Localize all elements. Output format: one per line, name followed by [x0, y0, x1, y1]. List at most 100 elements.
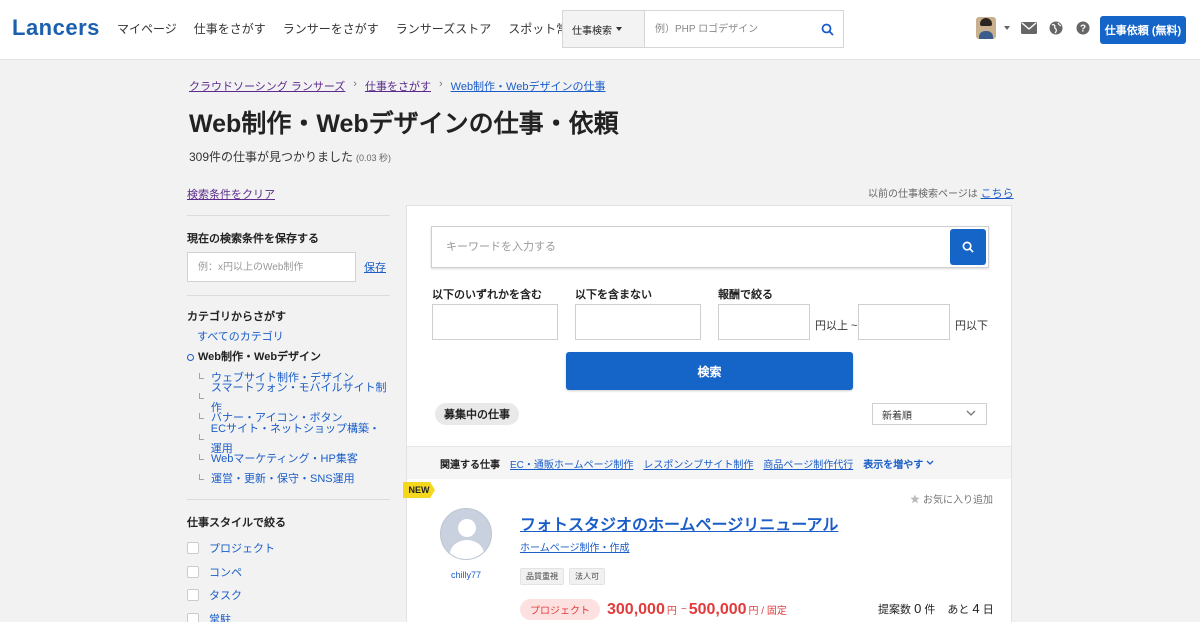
save-search-row: 保存: [187, 252, 390, 282]
clear-filters-link[interactable]: 検索条件をクリア: [187, 189, 275, 201]
search-icon[interactable]: [811, 11, 843, 47]
reward-max-input[interactable]: [858, 304, 950, 340]
breadcrumb-separator: ›: [353, 78, 357, 90]
show-more-label: 表示を増やす: [863, 459, 924, 471]
checkbox[interactable]: [187, 565, 199, 578]
header-search-input[interactable]: [645, 11, 811, 47]
chevron-down-icon: [926, 460, 934, 465]
tag: 品質重視: [520, 568, 564, 585]
price-yen: 円: [666, 606, 677, 617]
user-menu[interactable]: [976, 17, 1010, 39]
search-submit-button[interactable]: 検索: [566, 352, 853, 390]
style-resident-checkbox[interactable]: 常駐: [187, 607, 390, 622]
category-all[interactable]: すべてのカテゴリ: [187, 327, 390, 347]
chevron-down-icon: [966, 409, 976, 420]
sidebar: 検索条件をクリア 現在の検索条件を保存する 保存 カテゴリからさがす すべてのカ…: [187, 186, 390, 622]
style-label: コンペ: [209, 566, 242, 579]
job-stats: 提案数 0 件 あと 4 日: [878, 601, 994, 617]
checkbox[interactable]: [187, 542, 199, 555]
exclude-input[interactable]: [575, 304, 701, 340]
checkbox[interactable]: [187, 612, 199, 622]
breadcrumb-find-jobs[interactable]: 仕事をさがす: [365, 78, 431, 94]
tree-corner-icon: [199, 372, 204, 379]
category-current-label: Web制作・Webデザイン: [198, 351, 322, 364]
tree-corner-icon: [199, 393, 204, 400]
save-search-link[interactable]: 保存: [364, 259, 386, 275]
related-link[interactable]: EC・通販ホームページ制作: [510, 456, 633, 471]
exclude-label: 以下を含まない: [575, 289, 652, 301]
job-tags: 品質重視 法人可: [520, 568, 605, 585]
page-title: Web制作・Webデザインの仕事・依頼: [189, 110, 619, 138]
result-count: 309件の仕事が見つかりました (0.03 秒): [189, 148, 391, 165]
lancers-logo[interactable]: Lancers: [12, 15, 100, 41]
nav-find-jobs[interactable]: 仕事をさがす: [194, 20, 266, 37]
proposals-label: 提案数: [878, 604, 911, 616]
related-link[interactable]: 商品ページ制作代行: [763, 456, 853, 471]
style-compe-checkbox[interactable]: コンペ: [187, 560, 390, 584]
breadcrumb-current[interactable]: Web制作・Webデザインの仕事: [451, 78, 606, 94]
search-type-label: 仕事検索: [572, 25, 612, 37]
tree-corner-icon: [199, 453, 204, 460]
price-min: 300,000: [607, 600, 665, 618]
price-row: プロジェクト 300,000 円 ~ 500,000 円 / 固定: [520, 599, 789, 620]
price-max: 500,000: [688, 600, 747, 618]
show-more-button[interactable]: 表示を増やす: [863, 456, 934, 471]
keyword-input[interactable]: [432, 227, 950, 267]
remaining-stat: あと 4 日: [947, 601, 993, 617]
proposals-count: 0: [914, 601, 922, 616]
breadcrumb: クラウドソーシング ランサーズ › 仕事をさがす › Web制作・Webデザイン…: [189, 78, 605, 94]
selected-ring-icon: [187, 353, 194, 361]
reward-label: 報酬で絞る: [718, 289, 773, 301]
search-type-dropdown[interactable]: 仕事検索: [563, 11, 645, 47]
help-icon[interactable]: ?: [1075, 20, 1091, 36]
client-avatar[interactable]: [440, 508, 492, 560]
header-search: 仕事検索: [562, 10, 844, 48]
nav-mypage[interactable]: マイページ: [117, 20, 177, 37]
result-count-text: 309件の仕事が見つかりました: [189, 150, 354, 164]
prev-search-link[interactable]: こちら: [981, 188, 1014, 200]
globe-icon[interactable]: [1048, 20, 1064, 36]
nav-find-lancers[interactable]: ランサーをさがす: [283, 20, 379, 37]
job-category-link[interactable]: ホームページ制作・作成: [520, 539, 630, 554]
nav-lancers-store[interactable]: ランサーズストア: [396, 20, 491, 37]
keyword-search: [431, 226, 989, 268]
new-badge: NEW: [403, 482, 435, 498]
breadcrumb-home[interactable]: クラウドソーシング ランサーズ: [189, 78, 345, 94]
subcategory-item[interactable]: 運営・更新・保守・SNS運用: [187, 469, 390, 489]
user-avatar: [976, 17, 996, 39]
divider: [187, 215, 390, 216]
checkbox[interactable]: [187, 589, 199, 602]
post-job-button[interactable]: 仕事依頼 (無料): [1100, 16, 1186, 44]
prev-search-note: 以前の仕事検索ページは こちら: [868, 185, 1014, 201]
related-link[interactable]: レスポンシブサイト制作: [643, 456, 753, 471]
related-label: 関連する仕事: [440, 459, 500, 471]
category-current[interactable]: Web制作・Webデザイン: [187, 347, 390, 367]
style-task-checkbox[interactable]: タスク: [187, 583, 390, 607]
divider: [187, 499, 390, 501]
subcategory-item[interactable]: スマートフォン・モバイルサイト制作: [187, 382, 390, 414]
include-input[interactable]: [432, 304, 558, 340]
style-label: タスク: [209, 590, 242, 603]
search-icon: [962, 241, 974, 253]
caret-down-icon: [1004, 26, 1010, 30]
keyword-search-button[interactable]: [950, 229, 986, 265]
style-project-checkbox[interactable]: プロジェクト: [187, 536, 390, 560]
sort-select[interactable]: 新着順: [872, 403, 987, 425]
client-name[interactable]: chilly77: [451, 570, 481, 580]
divider: [187, 295, 390, 296]
mail-icon[interactable]: [1021, 20, 1037, 36]
top-header: Lancers マイページ 仕事をさがす ランサーをさがす ランサーズストア ス…: [0, 0, 1200, 60]
tab-open-jobs[interactable]: 募集中の仕事: [435, 403, 519, 425]
save-search-input[interactable]: [187, 252, 356, 282]
breadcrumb-separator: ›: [438, 78, 443, 90]
job-title-link[interactable]: フォトスタジオのホームページリニューアル: [520, 511, 838, 535]
remaining-label: あと: [947, 604, 970, 616]
favorite-button[interactable]: お気に入り追加: [910, 491, 993, 506]
proposals-stat: 提案数 0 件: [878, 601, 935, 617]
favorite-label: お気に入り追加: [923, 495, 993, 506]
tree-corner-icon: [199, 433, 204, 440]
include-label: 以下のいずれかを含む: [432, 289, 542, 301]
subcategory-item[interactable]: ECサイト・ネットショップ構築・運用: [187, 423, 390, 455]
reward-min-input[interactable]: [718, 304, 810, 340]
subcategory-label: Webマーケティング・HP集客: [211, 452, 358, 465]
